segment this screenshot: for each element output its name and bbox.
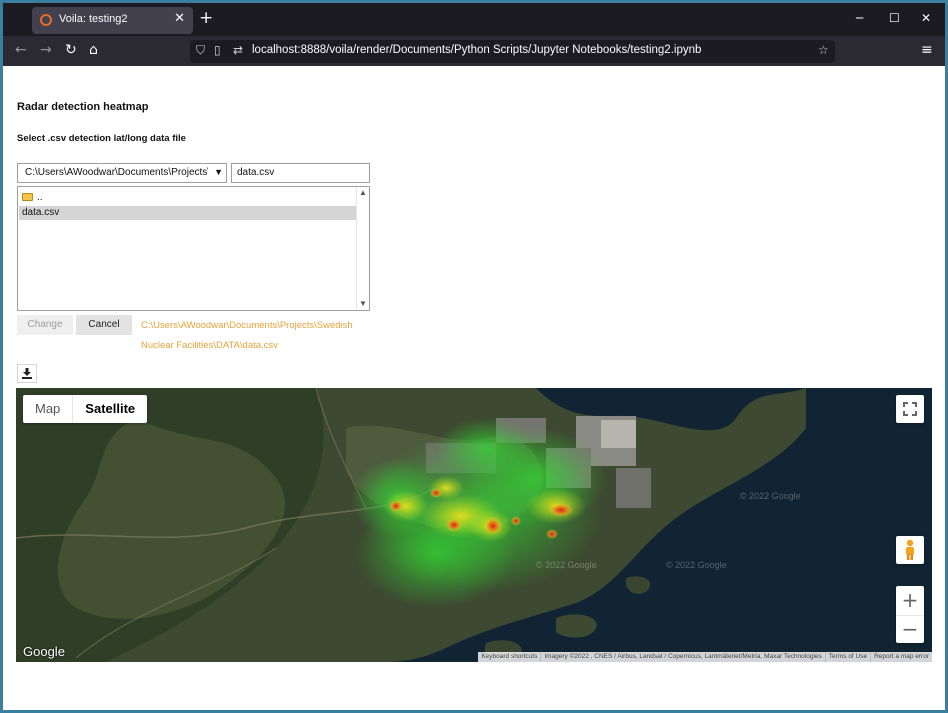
map-type-satellite-button[interactable]: Satellite (73, 395, 147, 423)
list-item[interactable]: .. (19, 191, 357, 205)
reload-icon[interactable]: ↻ (65, 42, 77, 58)
list-item[interactable]: data.csv (19, 206, 357, 220)
menu-icon[interactable]: ≡ (921, 42, 933, 58)
watermark: © 2022 Google (666, 560, 727, 570)
voila-favicon-icon (40, 14, 52, 26)
fullscreen-button[interactable] (896, 395, 924, 423)
back-icon[interactable]: ← (15, 42, 27, 58)
scroll-down-icon[interactable]: ▼ (359, 299, 367, 308)
zoom-in-button[interactable]: + (896, 586, 924, 614)
shield-icon[interactable]: ⛉ (196, 43, 205, 58)
close-window-icon[interactable]: ✕ (921, 11, 931, 25)
page-subtitle: Select .csv detection lat/long data file (17, 133, 186, 144)
permissions-icon[interactable]: ⇄ (233, 43, 243, 57)
street-view-button[interactable] (896, 536, 924, 564)
imagery-credits: Imagery ©2022 , CNES / Airbus, Landsat /… (540, 652, 824, 662)
zoom-out-button[interactable]: − (896, 615, 924, 643)
title-bar: Voila: testing2 ✕ + ─ ☐ ✕ (3, 3, 945, 36)
pegman-icon (906, 539, 914, 560)
close-tab-icon[interactable]: ✕ (174, 11, 185, 26)
chevron-down-icon: ▼ (214, 167, 223, 177)
url-bar[interactable]: ⛉ ▯ ⇄ localhost:8888/voila/render/Docume… (190, 40, 835, 63)
forward-icon[interactable]: → (40, 42, 52, 58)
change-button[interactable]: Change (17, 315, 73, 335)
page-title: Radar detection heatmap (17, 101, 149, 113)
map-type-map-button[interactable]: Map (23, 395, 74, 423)
bookmark-star-icon[interactable]: ☆ (818, 43, 829, 57)
folder-icon (22, 193, 33, 201)
url-text[interactable]: localhost:8888/voila/render/Documents/Py… (252, 44, 701, 56)
browser-window: Voila: testing2 ✕ + ─ ☐ ✕ ← → ↻ ⌂ ⛉ ▯ ⇄ … (3, 3, 945, 710)
fullscreen-icon (903, 402, 917, 416)
home-icon[interactable]: ⌂ (89, 42, 98, 58)
satellite-heatmap[interactable]: © 2022 Google © 2022 Google © 2022 Googl… (16, 388, 932, 662)
satellite-imagery (16, 388, 932, 662)
scroll-up-icon[interactable]: ▲ (359, 188, 367, 197)
map-type-control: Map Satellite (23, 395, 148, 423)
tab-title: Voila: testing2 (59, 13, 128, 25)
report-map-error-link[interactable]: Report a map error (870, 652, 932, 662)
directory-dropdown-value: C:\Users\AWoodwar\Documents\Projects\Swe (25, 167, 208, 178)
download-button[interactable] (17, 364, 37, 383)
minimize-icon[interactable]: ─ (856, 11, 863, 25)
voila-page: Radar detection heatmap Select .csv dete… (3, 66, 945, 710)
file-list[interactable]: .. data.csv ▲ ▼ (17, 186, 370, 311)
list-item-label: data.csv (22, 207, 60, 218)
page-icon: ▯ (214, 43, 221, 57)
terms-of-use-link[interactable]: Terms of Use (824, 652, 870, 662)
watermark: © 2022 Google (536, 560, 597, 570)
new-tab-icon[interactable]: + (199, 8, 213, 28)
keyboard-shortcuts-link[interactable]: Keyboard shortcuts (478, 652, 540, 662)
zoom-control: + − (896, 586, 924, 643)
google-logo[interactable]: Google (23, 644, 65, 659)
maximize-icon[interactable]: ☐ (889, 11, 900, 25)
browser-tab[interactable]: Voila: testing2 ✕ (32, 7, 193, 34)
filename-input[interactable]: data.csv (231, 163, 370, 183)
directory-dropdown[interactable]: C:\Users\AWoodwar\Documents\Projects\Swe… (17, 163, 227, 183)
selected-file-path: C:\Users\AWoodwar\Documents\Projects\Swe… (141, 320, 353, 351)
cancel-button[interactable]: Cancel (76, 315, 132, 335)
watermark: © 2022 Google (740, 491, 801, 501)
scrollbar[interactable]: ▲ ▼ (356, 187, 369, 310)
download-icon (22, 368, 32, 379)
list-item-label: .. (37, 192, 43, 203)
navigation-bar: ← → ↻ ⌂ ⛉ ▯ ⇄ localhost:8888/voila/rende… (3, 36, 945, 66)
map-attribution: Keyboard shortcuts Imagery ©2022 , CNES … (478, 652, 932, 662)
